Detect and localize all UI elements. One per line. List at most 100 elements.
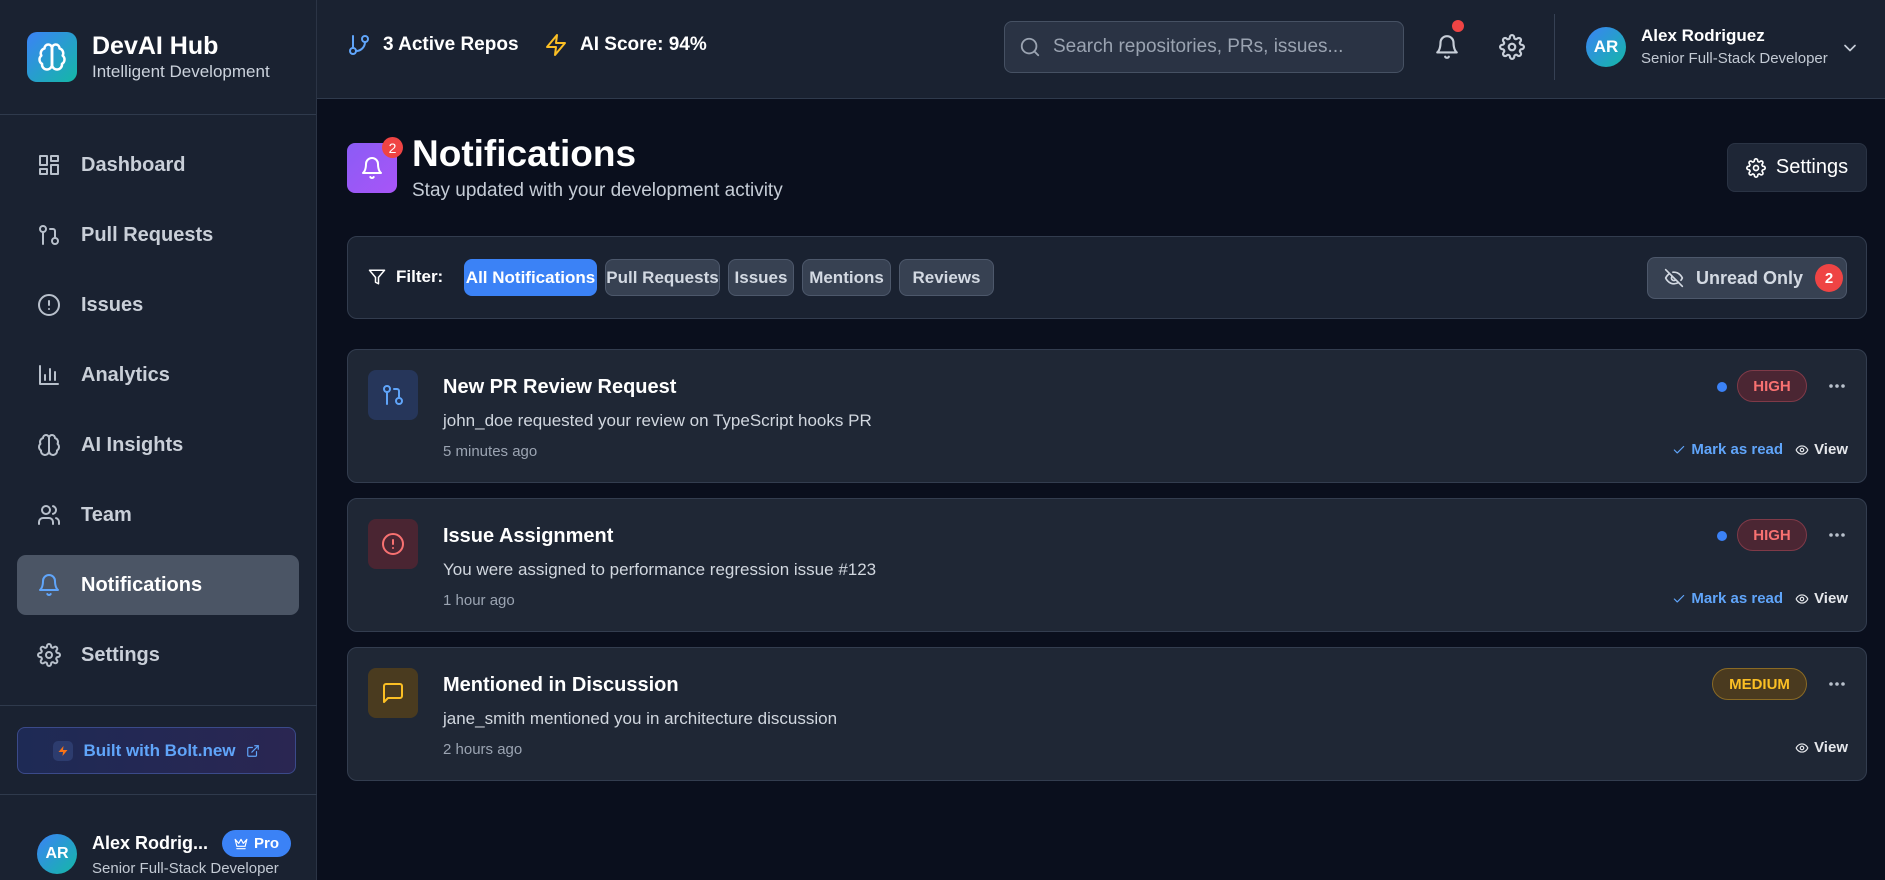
header-user-role: Senior Full-Stack Developer (1641, 50, 1828, 67)
built-with-bolt-link[interactable]: Built with Bolt.new (17, 727, 296, 774)
view-button[interactable]: View (1795, 590, 1848, 607)
unread-indicator (1717, 382, 1727, 392)
unread-only-toggle[interactable]: Unread Only 2 (1647, 257, 1847, 299)
unread-count-badge: 2 (1815, 264, 1844, 292)
page-subtitle: Stay updated with your development activ… (412, 180, 783, 201)
dashboard-icon (37, 153, 61, 177)
lightning-icon (544, 33, 568, 57)
search-input[interactable] (1053, 36, 1383, 58)
sidebar-item-team[interactable]: Team (17, 485, 299, 545)
more-options-icon[interactable] (1827, 527, 1847, 543)
notification-time: 5 minutes ago (443, 443, 538, 460)
mark-as-read-button[interactable]: Mark as read (1672, 441, 1783, 458)
notification-card[interactable]: Issue Assignment You were assigned to pe… (347, 498, 1867, 632)
git-pull-request-icon (37, 223, 61, 247)
more-options-icon[interactable] (1827, 378, 1847, 394)
sidebar-item-notifications[interactable]: Notifications (17, 555, 299, 615)
view-label: View (1814, 441, 1848, 458)
brand[interactable]: DevAI Hub Intelligent Development (0, 0, 316, 115)
view-button[interactable]: View (1795, 441, 1848, 458)
sidebar-item-label: Dashboard (81, 153, 186, 176)
alert-circle-icon (381, 532, 405, 556)
sidebar-item-dashboard[interactable]: Dashboard (17, 135, 299, 195)
ai-score-label: AI Score: 94% (580, 34, 707, 55)
filter-chip-all[interactable]: All Notifications (464, 259, 597, 296)
bar-chart-icon (37, 363, 61, 387)
filter-label: Filter: (368, 267, 443, 287)
view-button[interactable]: View (1795, 739, 1848, 756)
message-square-icon (381, 681, 405, 705)
git-pull-request-icon (381, 383, 405, 407)
bell-icon (37, 573, 61, 597)
eye-icon (1795, 443, 1809, 457)
mark-as-read-label: Mark as read (1691, 590, 1784, 607)
main-content: 2 Notifications Stay updated with your d… (317, 99, 1885, 880)
view-label: View (1814, 590, 1848, 607)
notification-title: Issue Assignment (443, 525, 614, 547)
check-icon (1672, 443, 1686, 457)
users-icon (37, 503, 61, 527)
bolt-label: Built with Bolt.new (83, 740, 236, 760)
filter-chip-pull-requests[interactable]: Pull Requests (605, 259, 720, 296)
unread-count-badge: 2 (382, 137, 403, 158)
notification-card[interactable]: Mentioned in Discussion jane_smith menti… (347, 647, 1867, 781)
sidebar-item-issues[interactable]: Issues (17, 275, 299, 335)
brain-icon (37, 433, 61, 457)
search-icon (1019, 36, 1041, 58)
sidebar-user[interactable]: AR Alex Rodrig... Pro Senior Full-Stack … (37, 830, 292, 877)
pro-badge: Pro (222, 830, 292, 857)
notification-type-icon (368, 370, 418, 420)
sidebar-item-analytics[interactable]: Analytics (17, 345, 299, 405)
check-icon (1672, 592, 1686, 606)
bell-icon (1434, 34, 1460, 60)
unread-indicator (1717, 531, 1727, 541)
sidebar-user-role: Senior Full-Stack Developer (92, 860, 279, 877)
alert-circle-icon (37, 293, 61, 317)
filter-chip-reviews[interactable]: Reviews (899, 259, 994, 296)
filter-chip-mentions[interactable]: Mentions (802, 259, 891, 296)
unread-only-label: Unread Only (1696, 267, 1804, 288)
top-header: 3 Active Repos AI Score: 94% AR Alex Rod… (317, 0, 1885, 99)
active-repos-label: 3 Active Repos (383, 34, 519, 55)
notification-title: Mentioned in Discussion (443, 674, 679, 696)
filter-label-text: Filter: (396, 267, 444, 286)
avatar: AR (1586, 26, 1626, 67)
gear-icon (37, 643, 61, 667)
notification-title: New PR Review Request (443, 376, 677, 398)
sidebar-item-label: Pull Requests (81, 223, 214, 246)
page-title: Notifications (412, 133, 637, 174)
priority-badge: HIGH (1737, 370, 1807, 402)
sidebar-item-settings[interactable]: Settings (17, 625, 299, 685)
notification-time: 1 hour ago (443, 592, 515, 609)
notification-type-icon (368, 668, 418, 718)
eye-icon (1795, 592, 1809, 606)
settings-button-label: Settings (1775, 156, 1849, 178)
header-settings-button[interactable] (1499, 34, 1525, 60)
priority-badge: HIGH (1737, 519, 1807, 551)
search-box (1004, 21, 1404, 73)
notification-settings-button[interactable]: Settings (1727, 143, 1867, 192)
chevron-down-icon[interactable] (1840, 38, 1860, 58)
bolt-section: Built with Bolt.new (0, 705, 317, 795)
more-options-icon[interactable] (1827, 676, 1847, 692)
ai-score-stat: AI Score: 94% (544, 33, 707, 57)
mark-as-read-button[interactable]: Mark as read (1672, 590, 1783, 607)
notification-dot (1452, 20, 1464, 32)
filter-bar: Filter: All Notifications Pull Requests … (347, 236, 1867, 319)
sidebar-item-label: Issues (81, 293, 144, 316)
mark-as-read-label: Mark as read (1691, 441, 1784, 458)
sidebar-item-ai-insights[interactable]: AI Insights (17, 415, 299, 475)
sidebar-item-pull-requests[interactable]: Pull Requests (17, 205, 299, 265)
notification-card[interactable]: New PR Review Request john_doe requested… (347, 349, 1867, 483)
lightning-icon (53, 740, 74, 761)
notifications-bell-button[interactable] (1434, 20, 1464, 60)
crown-icon (234, 837, 248, 851)
notification-type-icon (368, 519, 418, 569)
avatar: AR (37, 833, 77, 874)
eye-icon (1795, 741, 1809, 755)
header-user-menu[interactable]: AR Alex Rodriguez Senior Full-Stack Deve… (1586, 26, 1828, 67)
sidebar-item-label: Notifications (81, 573, 203, 596)
pro-badge-label: Pro (254, 835, 280, 852)
filter-chip-issues[interactable]: Issues (728, 259, 794, 296)
view-label: View (1814, 739, 1848, 756)
